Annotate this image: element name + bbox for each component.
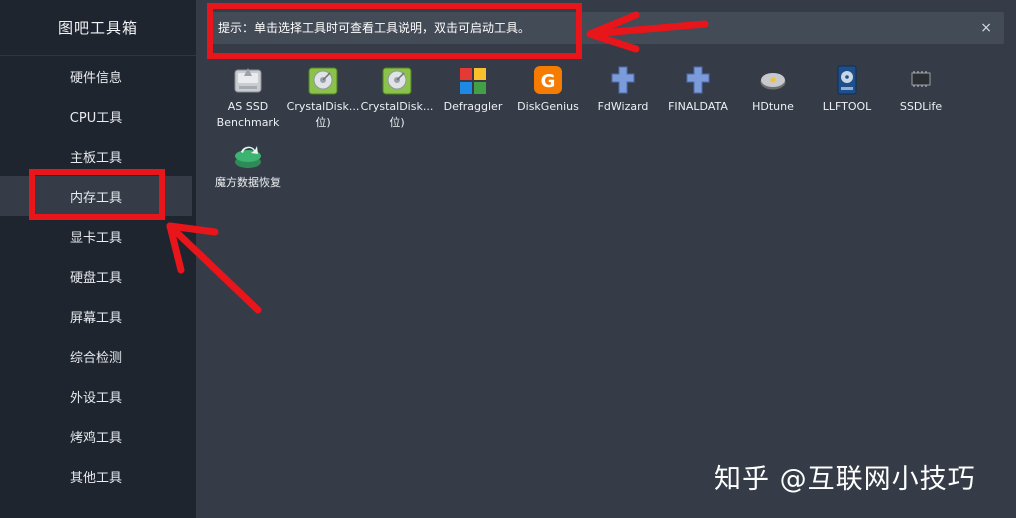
memory-tools-highlight-box xyxy=(29,169,165,220)
arrow-to-memory-tools xyxy=(166,222,262,314)
arrow-to-hint xyxy=(586,11,709,53)
watermark: 知乎 @互联网小技巧 xyxy=(714,464,976,495)
annotation-overlay xyxy=(29,3,709,314)
hint-highlight-box xyxy=(207,3,582,59)
